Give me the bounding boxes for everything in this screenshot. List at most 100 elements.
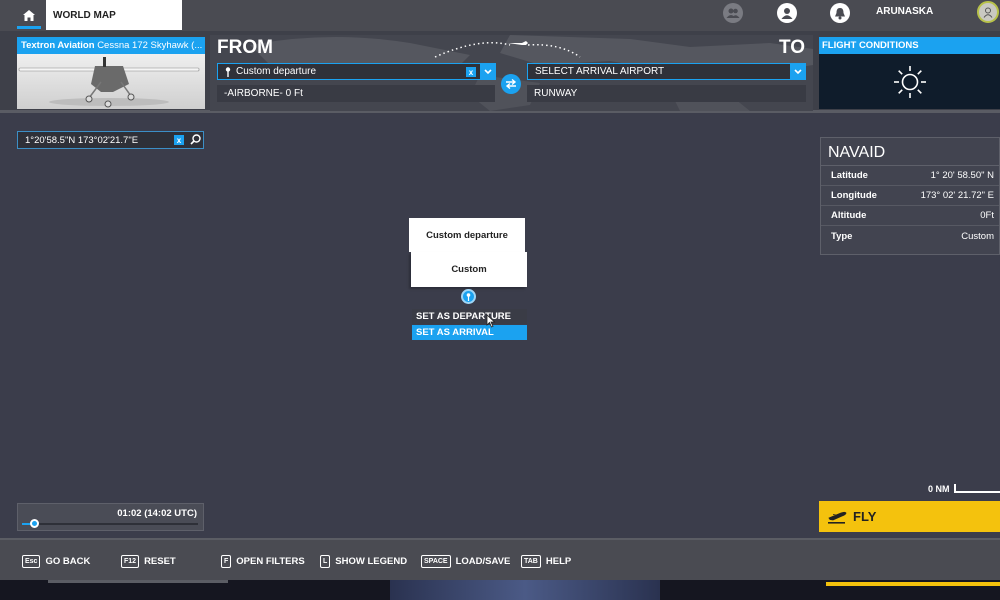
arrival-dropdown-button[interactable]	[790, 63, 806, 80]
search-button[interactable]	[190, 134, 201, 148]
help-button[interactable]: TAB HELP	[521, 555, 571, 568]
departure-clear-button[interactable]: x	[466, 67, 476, 77]
go-back-label: GO BACK	[45, 556, 91, 567]
departure-field[interactable]: Custom departure x	[217, 63, 496, 80]
navaid-row-longitude: Longitude 173° 02' 21.72" E	[821, 186, 999, 206]
load-save-button[interactable]: SPACE LOAD/SAVE	[421, 555, 510, 568]
background-bar	[48, 580, 228, 583]
reset-button[interactable]: F12 RESET	[121, 555, 176, 568]
aircraft-model: Cessna 172 Skyhawk (...	[97, 40, 203, 51]
arrival-field[interactable]: SELECT ARRIVAL AIRPORT	[527, 63, 806, 80]
group-icon	[726, 8, 740, 18]
chevron-down-icon	[484, 68, 492, 74]
departure-value: Custom departure	[236, 66, 317, 77]
bell-icon	[835, 7, 845, 19]
home-button[interactable]	[17, 0, 41, 31]
navaid-value: Custom	[961, 230, 994, 242]
time-slider-thumb[interactable]	[30, 519, 39, 528]
go-back-button[interactable]: Esc GO BACK	[22, 555, 90, 568]
aircraft-illustration-icon	[18, 57, 200, 108]
world-map-screen: WORLD MAP ARUNASKA Textron Aviation Cess…	[0, 0, 1000, 600]
navaid-value: 0Ft	[980, 210, 994, 221]
sun-icon	[893, 65, 926, 98]
load-save-label: LOAD/SAVE	[455, 556, 511, 567]
navaid-label: Longitude	[831, 190, 877, 201]
map-popup-title: Custom departure	[409, 218, 525, 252]
chevron-down-icon	[794, 68, 802, 74]
home-icon	[23, 10, 35, 21]
bottom-hint-bar: Esc GO BACK F12 RESET F OPEN FILTERS L S…	[0, 538, 1000, 580]
username[interactable]: ARUNASKA	[876, 6, 933, 17]
navaid-value: 1° 20' 58.50" N	[930, 170, 994, 181]
route-panel: FROM TO Custom departure x -AIRBORNE- 0 …	[210, 35, 813, 111]
show-legend-button[interactable]: L SHOW LEGEND	[320, 555, 407, 568]
background-glow	[390, 580, 660, 600]
from-label: FROM	[217, 37, 273, 58]
key-tab: TAB	[521, 555, 541, 568]
aircraft-title: Textron Aviation Cessna 172 Skyhawk (...	[17, 37, 205, 54]
set-as-arrival-option[interactable]: SET AS ARRIVAL	[412, 325, 527, 340]
open-filters-button[interactable]: F OPEN FILTERS	[221, 555, 305, 568]
map-marker[interactable]	[461, 289, 476, 304]
arrival-runway-field[interactable]: RUNWAY	[527, 85, 806, 102]
key-f12: F12	[121, 555, 140, 568]
swap-icon	[505, 79, 517, 89]
profile-button[interactable]	[777, 3, 797, 23]
set-as-departure-option[interactable]: SET AS DEPARTURE	[412, 309, 527, 324]
background-yellow-bar	[826, 582, 1000, 586]
time-of-day-panel: 01:02 (14:02 UTC)	[17, 503, 204, 531]
swap-route-button[interactable]	[501, 74, 521, 94]
pin-icon	[225, 66, 231, 77]
help-label: HELP	[545, 556, 572, 567]
flight-setup-header: Textron Aviation Cessna 172 Skyhawk (...	[0, 31, 1000, 113]
top-nav-bar: WORLD MAP ARUNASKA	[0, 0, 1000, 31]
notifications-button[interactable]	[830, 3, 850, 23]
map-popup-title-text: Custom departure	[426, 229, 508, 241]
navaid-row-latitude: Latitude 1° 20' 58.50" N	[821, 166, 999, 186]
coordinate-search-input[interactable]: 1°20'58.5"N 173°02'21.7"E x	[17, 131, 204, 149]
takeoff-icon	[828, 511, 847, 524]
to-label: TO	[778, 37, 805, 58]
arrival-runway: RUNWAY	[534, 88, 578, 99]
key-space: SPACE	[421, 555, 451, 568]
reset-label: RESET	[144, 556, 176, 567]
navaid-label: Type	[831, 230, 853, 242]
user-avatar-icon	[983, 7, 993, 18]
key-f: F	[221, 555, 232, 568]
navaid-value: 173° 02' 21.72" E	[920, 190, 994, 201]
search-clear-button[interactable]: x	[174, 135, 184, 145]
show-legend-label: SHOW LEGEND	[335, 556, 408, 567]
flight-conditions-panel[interactable]: FLIGHT CONDITIONS	[819, 37, 1000, 109]
aircraft-selector[interactable]: Textron Aviation Cessna 172 Skyhawk (...	[17, 37, 205, 109]
key-esc: Esc	[22, 555, 41, 568]
fly-label: FLY	[853, 509, 877, 524]
map-scale-label: 0 NM	[928, 484, 950, 494]
navaid-row-altitude: Altitude 0Ft	[821, 206, 999, 226]
time-slider[interactable]	[22, 519, 198, 528]
avatar[interactable]	[977, 1, 999, 23]
navaid-row-type: Type Custom	[821, 226, 999, 246]
profile-icon	[781, 8, 793, 19]
tab-world-map-label: WORLD MAP	[53, 9, 116, 21]
navaid-title: NAVAID	[821, 138, 999, 166]
background-scene-strip	[0, 580, 1000, 600]
time-label: 01:02 (14:02 UTC)	[117, 508, 197, 519]
map-popup-subtitle: Custom	[411, 252, 527, 287]
map-popup-subtitle-text: Custom	[451, 264, 487, 275]
departure-altitude-field[interactable]: -AIRBORNE- 0 Ft	[217, 85, 495, 102]
mouse-cursor-icon	[486, 314, 496, 328]
set-as-departure-label: SET AS DEPARTURE	[416, 311, 512, 322]
tab-world-map[interactable]: WORLD MAP	[46, 0, 182, 30]
flight-conditions-title: FLIGHT CONDITIONS	[819, 37, 1000, 54]
pin-icon	[466, 292, 471, 301]
navaid-panel: NAVAID Latitude 1° 20' 58.50" N Longitud…	[820, 137, 1000, 255]
set-as-arrival-label: SET AS ARRIVAL	[416, 327, 494, 338]
flight-conditions-body	[819, 54, 1000, 109]
coordinate-search-value: 1°20'58.5"N 173°02'21.7"E	[25, 134, 139, 146]
group-button[interactable]	[723, 3, 743, 23]
fly-button[interactable]: FLY	[819, 501, 1000, 532]
search-icon	[190, 134, 201, 145]
navaid-label: Latitude	[831, 170, 868, 181]
departure-altitude: -AIRBORNE- 0 Ft	[224, 88, 303, 99]
departure-dropdown-button[interactable]	[480, 63, 496, 80]
